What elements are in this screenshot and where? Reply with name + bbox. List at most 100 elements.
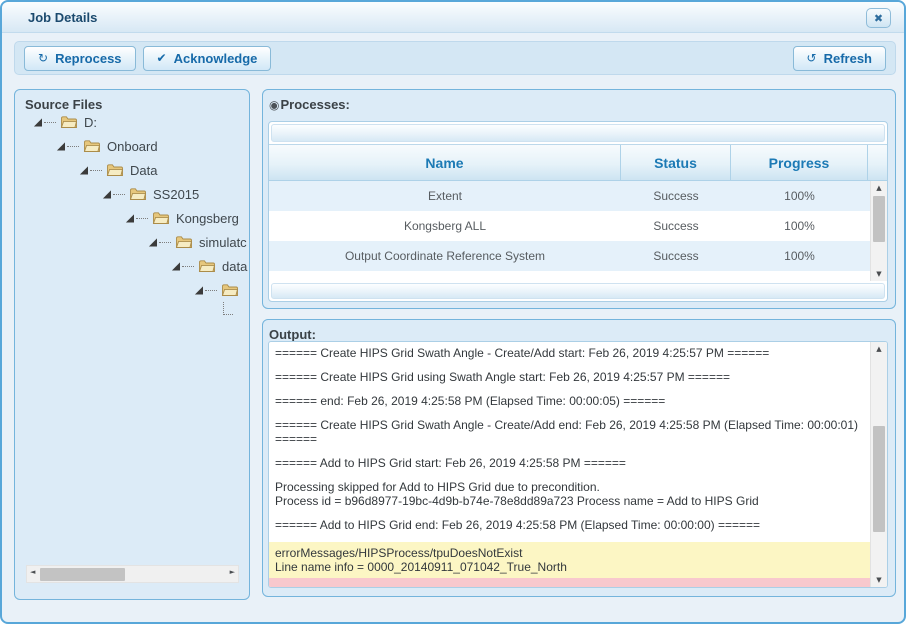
process-row[interactable]: ExtentSuccess100% — [269, 181, 871, 211]
tree-expander-icon[interactable] — [171, 262, 180, 271]
refresh-button[interactable]: ↺ Refresh — [793, 46, 886, 71]
tree-horizontal-scrollbar[interactable]: ◄ ► — [26, 565, 239, 583]
log-entry: ====== end: Feb 26, 2019 4:25:58 PM (Ela… — [269, 394, 870, 408]
scroll-up-icon[interactable]: ▲ — [871, 184, 887, 192]
tree-expander-icon[interactable] — [148, 238, 157, 247]
tree-connector-line — [67, 137, 79, 147]
tree-connector-line — [90, 161, 102, 171]
process-name-cell: Extent — [269, 189, 621, 203]
tree-connector-line — [113, 185, 125, 195]
log-entry: Processing skipped for Add to HIPS Grid … — [269, 480, 870, 508]
refresh-icon: ↺ — [807, 51, 817, 65]
tree-node-label: data — [222, 259, 247, 274]
table-body: ExtentSuccess100%Kongsberg ALLSuccess100… — [269, 181, 887, 281]
log-entry: ====== Add to HIPS Grid start: Feb 26, 2… — [269, 456, 870, 470]
tree-node-label: SS2015 — [153, 187, 199, 202]
tree-node-label: Kongsberg — [176, 211, 239, 226]
tree-connector-line — [44, 113, 56, 123]
column-header-status[interactable]: Status — [621, 145, 731, 180]
scrollbar-thumb[interactable] — [873, 196, 885, 242]
output-title: Output: — [269, 327, 316, 342]
scroll-down-icon[interactable]: ▼ — [871, 576, 887, 584]
process-progress-cell: 100% — [731, 219, 868, 233]
process-row[interactable]: Output Coordinate Reference SystemSucces… — [269, 241, 871, 271]
processes-panel: ◉ Processes: Name Status Progress Extent… — [262, 89, 896, 309]
process-name-cell: Output Coordinate Reference System — [269, 249, 621, 263]
tree-node[interactable]: Data — [15, 158, 249, 182]
scrollbar-thumb[interactable] — [40, 568, 125, 581]
folder-icon — [83, 139, 101, 153]
process-row[interactable]: Kongsberg ALLSuccess100% — [269, 211, 871, 241]
column-header-gutter — [868, 145, 887, 180]
scroll-down-icon[interactable]: ▼ — [871, 270, 887, 278]
log-entry: ====== Add to HIPS Grid end: Feb 26, 201… — [269, 518, 870, 532]
acknowledge-label: Acknowledge — [174, 51, 258, 66]
processes-title: ◉ Processes: — [269, 97, 350, 112]
folder-icon — [175, 235, 193, 249]
process-progress-cell: 100% — [731, 279, 868, 281]
tree-node[interactable] — [15, 278, 249, 302]
tree-expander-icon[interactable] — [79, 166, 88, 175]
folder-icon — [198, 259, 216, 273]
table-rows-container: ExtentSuccess100%Kongsberg ALLSuccess100… — [269, 181, 887, 281]
tree-node-label: Onboard — [107, 139, 158, 154]
log-entry: ====== Create HIPS Grid Swath Angle - Cr… — [269, 346, 870, 360]
output-vertical-scrollbar[interactable]: ▲ ▼ — [870, 342, 887, 587]
process-status-cell: Success — [621, 249, 731, 263]
tree-node-label: D: — [84, 115, 97, 130]
table-header-row: Name Status Progress — [269, 144, 887, 181]
refresh-label: Refresh — [824, 51, 872, 66]
table-bottom-strip — [271, 283, 885, 299]
tree-connector-line — [205, 281, 217, 291]
tree-node[interactable]: Onboard — [15, 134, 249, 158]
tree-connector-tail — [223, 302, 233, 315]
output-panel: Output: ====== Create HIPS Grid Swath An… — [262, 319, 896, 597]
tree-node-label: simulatc — [199, 235, 247, 250]
window-title: Job Details — [28, 10, 97, 25]
process-progress-cell: 100% — [731, 249, 868, 263]
toolbar: ↻ Reprocess ✔ Acknowledge ↺ Refresh — [14, 41, 896, 75]
log-entry: ====== Create HIPS Grid using Swath Angl… — [269, 370, 870, 384]
tree-node[interactable]: Kongsberg — [15, 206, 249, 230]
reprocess-button[interactable]: ↻ Reprocess — [24, 46, 136, 71]
tree-connector-line — [159, 233, 171, 243]
title-bar[interactable]: Job Details ✖ — [2, 2, 904, 33]
scroll-left-icon[interactable]: ◄ — [30, 568, 35, 576]
processes-icon: ◉ — [269, 98, 279, 112]
tree-node[interactable]: D: — [15, 110, 249, 134]
table-top-strip — [271, 124, 885, 142]
tree-expander-icon[interactable] — [125, 214, 134, 223]
tree-connector-line — [182, 257, 194, 267]
tree-expander-icon[interactable] — [102, 190, 111, 199]
scrollbar-thumb[interactable] — [873, 426, 885, 532]
output-log: ====== Create HIPS Grid Swath Angle - Cr… — [268, 341, 888, 588]
processes-vertical-scrollbar[interactable]: ▲ ▼ — [870, 181, 887, 281]
tree-node[interactable]: data — [15, 254, 249, 278]
processes-label: Processes: — [280, 97, 349, 112]
process-progress-cell: 100% — [731, 189, 868, 203]
tree-node[interactable]: SS2015 — [15, 182, 249, 206]
folder-icon — [129, 187, 147, 201]
tree-expander-icon[interactable] — [33, 118, 42, 127]
log-entry: errorMessages/HIPSProcess/tpuDoesNotExis… — [269, 542, 870, 578]
job-details-dialog: Job Details ✖ ↻ Reprocess ✔ Acknowledge … — [0, 0, 906, 624]
tree-expander-icon[interactable] — [194, 286, 203, 295]
tree-expander-icon[interactable] — [56, 142, 65, 151]
log-entry: ====== Create HIPS Grid Swath Angle - Cr… — [269, 418, 870, 446]
process-row[interactable]: Create HIPS Grid Swath AngleSuccess100% — [269, 271, 871, 281]
log-entry — [269, 578, 870, 587]
scroll-right-icon[interactable]: ► — [230, 568, 235, 576]
acknowledge-button[interactable]: ✔ Acknowledge — [143, 46, 272, 71]
column-header-name[interactable]: Name — [269, 145, 621, 180]
log-content: ====== Create HIPS Grid Swath Angle - Cr… — [269, 342, 870, 587]
column-header-progress[interactable]: Progress — [731, 145, 868, 180]
folder-icon — [221, 283, 239, 297]
close-icon: ✖ — [874, 12, 883, 25]
scroll-up-icon[interactable]: ▲ — [871, 345, 887, 353]
tree-connector-line — [136, 209, 148, 219]
process-status-cell: Success — [621, 219, 731, 233]
process-name-cell: Kongsberg ALL — [269, 219, 621, 233]
reprocess-icon: ↻ — [38, 51, 48, 65]
close-button[interactable]: ✖ — [866, 8, 891, 28]
tree-node[interactable]: simulatc — [15, 230, 249, 254]
